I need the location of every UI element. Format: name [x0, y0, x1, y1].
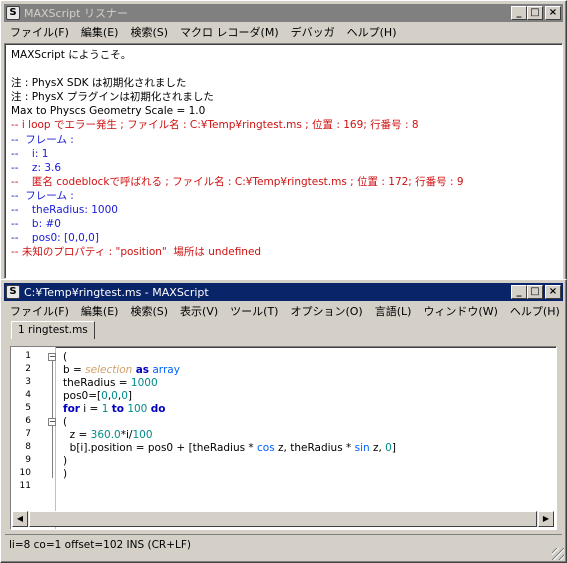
close-button[interactable]: ×	[545, 6, 561, 20]
line-number: 10	[19, 468, 31, 478]
scroll-thumb[interactable]	[29, 511, 537, 527]
menu-file[interactable]: ファイル(F)	[4, 303, 75, 319]
code-editor[interactable]: 1 2 3 4 5 6 7 8 9 10 11− − (b = selection as array t…	[10, 346, 557, 530]
menu-window[interactable]: ウィンドウ(W)	[417, 303, 503, 319]
fold-line	[52, 426, 53, 465]
close-button[interactable]: ×	[545, 285, 561, 299]
line-number: 11	[19, 481, 31, 491]
line-number: 4	[25, 390, 31, 400]
listener-line: -- i loop でエラー発生 ; ファイル名 : C:¥Temp¥ringt…	[11, 119, 419, 132]
listener-title: MAXScript リスナー	[24, 7, 128, 20]
maxscript-s-icon: S	[6, 285, 20, 299]
listener-output[interactable]: MAXScript にようこそ。注 : PhysX SDK は初期化されました注…	[4, 43, 563, 279]
menu-file[interactable]: ファイル(F)	[4, 24, 75, 40]
line-number-gutter: 1 2 3 4 5 6 7 8 9 10 11 − −	[11, 347, 56, 529]
listener-line: -- フレーム :	[11, 133, 74, 146]
listener-line: Max to Physcs Geometry Scale = 1.0	[11, 105, 206, 118]
listener-line	[11, 62, 558, 76]
menu-macro-recorder[interactable]: マクロ レコーダ(M)	[174, 24, 285, 40]
menu-help[interactable]: ヘルプ(H)	[504, 303, 566, 319]
line-number: 2	[25, 364, 31, 374]
menu-search[interactable]: 検索(S)	[124, 24, 174, 40]
menu-tools[interactable]: ツール(T)	[224, 303, 284, 319]
scroll-left-arrow-icon[interactable]: ◀	[12, 511, 28, 527]
editor-titlebar[interactable]: S C:¥Temp¥ringtest.ms - MAXScript _ □ ×	[4, 283, 563, 301]
code-line[interactable]: theRadius = 1000	[63, 377, 158, 390]
status-text: li=8 co=1 offset=102 INS (CR+LF)	[9, 539, 192, 551]
minimize-button[interactable]: _	[511, 285, 527, 299]
scroll-right-arrow-icon[interactable]: ▶	[538, 511, 554, 527]
listener-line: -- z: 3.6	[11, 161, 62, 174]
resize-grip-icon[interactable]	[552, 548, 564, 560]
tab-ringtest[interactable]: 1 ringtest.ms	[11, 321, 95, 339]
minimize-button[interactable]: _	[511, 6, 527, 20]
line-number: 3	[25, 377, 31, 387]
code-line[interactable]: for i = 1 to 100 do	[63, 403, 165, 416]
fold-toggle-icon[interactable]: −	[48, 353, 56, 361]
listener-line: -- b: #0	[11, 218, 61, 231]
listener-line: 注 : PhysX SDK は初期化されました	[11, 77, 187, 90]
code-line[interactable]: pos0=[0,0,0]	[63, 390, 132, 403]
listener-line: -- 匿名 codeblockで呼ばれる ; ファイル名 : C:¥Temp¥r…	[11, 175, 464, 188]
line-number: 8	[25, 442, 31, 452]
listener-line: -- pos0: [0,0,0]	[11, 232, 99, 245]
menu-language[interactable]: 言語(L)	[369, 303, 418, 319]
editor-window: S C:¥Temp¥ringtest.ms - MAXScript _ □ × …	[0, 279, 567, 563]
listener-line: MAXScript にようこそ。	[11, 49, 132, 61]
editor-title: C:¥Temp¥ringtest.ms - MAXScript	[24, 285, 209, 299]
status-bar: li=8 co=1 offset=102 INS (CR+LF)	[5, 534, 562, 554]
horizontal-scrollbar[interactable]: ◀ ▶	[12, 511, 554, 527]
menu-edit[interactable]: 編集(E)	[75, 303, 125, 319]
listener-line: 注 : PhysX プラグインは初期化されました	[11, 91, 214, 104]
listener-window: S MAXScript リスナー _ □ × ファイル(F) 編集(E) 検索(…	[0, 0, 567, 282]
listener-line: -- 未知のプロパティ : "position" 場所は undefined	[11, 246, 262, 259]
line-number: 1	[25, 351, 31, 361]
maximize-button[interactable]: □	[527, 6, 543, 20]
code-line[interactable]: )	[63, 455, 67, 468]
menu-edit[interactable]: 編集(E)	[75, 24, 125, 40]
listener-line: -- フレーム :	[11, 189, 74, 202]
listener-menubar: ファイル(F) 編集(E) 検索(S) マクロ レコーダ(M) デバッガ ヘルプ…	[4, 23, 563, 41]
listener-line: -- i: 1	[11, 147, 49, 160]
listener-line: -- theRadius: 1000	[11, 204, 118, 217]
code-line[interactable]: (	[63, 351, 67, 364]
maximize-button[interactable]: □	[527, 285, 543, 299]
menu-debugger[interactable]: デバッガ	[285, 24, 341, 40]
menu-search[interactable]: 検索(S)	[124, 303, 174, 319]
code-line[interactable]: (	[63, 416, 67, 429]
line-number: 6	[25, 416, 31, 426]
maxscript-s-icon: S	[6, 6, 20, 20]
editor-menubar: ファイル(F) 編集(E) 検索(S) 表示(V) ツール(T) オプション(O…	[4, 302, 563, 320]
listener-titlebar[interactable]: S MAXScript リスナー _ □ ×	[4, 4, 563, 22]
fold-toggle-icon[interactable]: −	[48, 418, 56, 426]
code-line[interactable]: b = selection as array	[63, 364, 180, 377]
code-line[interactable]: b[i].position = pos0 + [theRadius * cos …	[63, 442, 396, 455]
code-line[interactable]: )	[63, 468, 67, 481]
menu-help[interactable]: ヘルプ(H)	[341, 24, 403, 40]
menu-view[interactable]: 表示(V)	[174, 303, 224, 319]
menu-options[interactable]: オプション(O)	[284, 303, 368, 319]
code-line[interactable]: z = 360.0*i/100	[63, 429, 153, 442]
line-number: 7	[25, 429, 31, 439]
line-number: 5	[25, 403, 31, 413]
listener-output-text: MAXScript にようこそ。注 : PhysX SDK は初期化されました注…	[11, 48, 558, 259]
line-number: 9	[25, 455, 31, 465]
